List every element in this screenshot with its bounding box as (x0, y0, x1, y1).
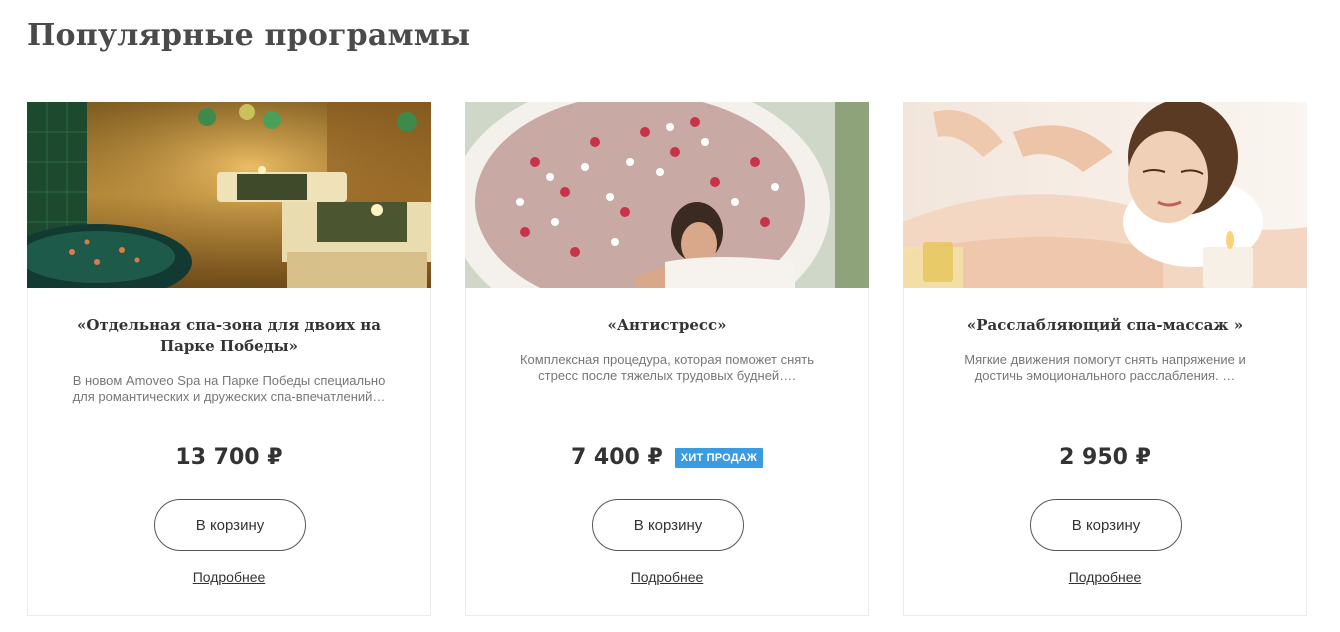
add-to-cart-button[interactable]: В корзину (592, 499, 744, 551)
program-price: 2 950 ₽ (1059, 445, 1151, 470)
program-title[interactable]: «Антистресс» (506, 315, 828, 336)
program-price: 13 700 ₽ (175, 445, 283, 470)
price-row: 7 400 ₽ ХИТ ПРОДАЖ (466, 445, 868, 470)
program-image-spa-room[interactable] (27, 102, 431, 288)
program-image-massage[interactable] (903, 102, 1307, 288)
program-card: «Антистресс» Комплексная процедура, кото… (465, 102, 869, 616)
price-row: 13 700 ₽ (28, 445, 430, 470)
program-description: В новом Amoveo Spa на Парке Победы специ… (72, 373, 386, 404)
add-to-cart-button[interactable]: В корзину (1030, 499, 1182, 551)
program-image-flower-bath[interactable] (465, 102, 869, 288)
program-title[interactable]: «Расслабляющий спа-массаж » (944, 315, 1266, 336)
section-title: Популярные программы (27, 18, 471, 53)
details-link[interactable]: Подробнее (466, 569, 868, 585)
program-description: Мягкие движения помогут снять напряжение… (964, 352, 1246, 383)
program-description: Комплексная процедура, которая поможет с… (519, 352, 815, 383)
program-title[interactable]: «Отдельная спа-зона для двоих на Парке П… (68, 315, 390, 357)
details-link[interactable]: Подробнее (904, 569, 1306, 585)
program-card: «Отдельная спа-зона для двоих на Парке П… (27, 102, 431, 616)
program-price: 7 400 ₽ (570, 445, 663, 470)
program-card: «Расслабляющий спа-массаж » Мягкие движе… (903, 102, 1307, 616)
price-row: 2 950 ₽ (904, 445, 1306, 470)
details-link[interactable]: Подробнее (28, 569, 430, 585)
add-to-cart-button[interactable]: В корзину (154, 499, 306, 551)
bestseller-badge: ХИТ ПРОДАЖ (674, 447, 764, 468)
